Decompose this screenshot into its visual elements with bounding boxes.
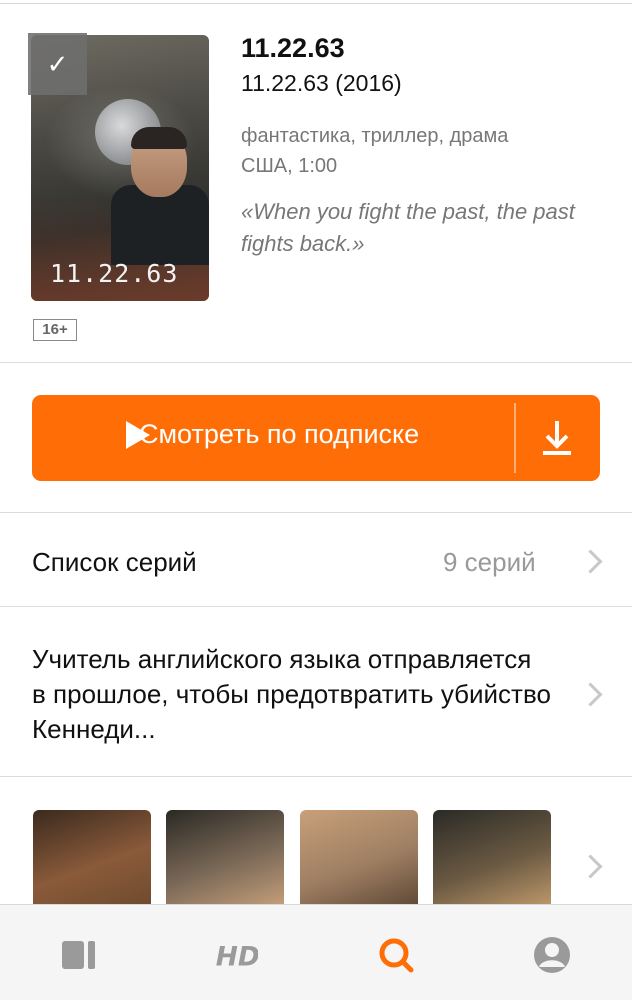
tab-bar: HD — [0, 904, 632, 1000]
chevron-right-icon — [578, 682, 603, 707]
hd-icon: HD — [216, 942, 258, 973]
tab-hd[interactable]: HD — [214, 933, 258, 977]
svg-text:HD: HD — [216, 942, 258, 973]
divider — [0, 512, 632, 513]
search-icon — [379, 938, 414, 973]
still-thumbnail[interactable] — [433, 810, 551, 910]
country-duration: США, 1:00 — [241, 155, 338, 177]
top-divider — [0, 3, 632, 4]
chevron-right-icon — [578, 549, 603, 574]
divider — [0, 362, 632, 363]
page-title: 11.22.63 — [241, 33, 345, 63]
still-thumbnail[interactable] — [166, 810, 284, 910]
tab-profile[interactable] — [530, 933, 574, 977]
still-thumbnail[interactable] — [300, 810, 418, 910]
episodes-label: Список серий — [32, 547, 197, 577]
divider — [0, 776, 632, 777]
chevron-right-icon — [578, 854, 603, 879]
description-text: Учитель английского языка отправляется в… — [32, 644, 551, 744]
tagline: «When you fight the past, the past fight… — [241, 199, 575, 256]
genres: фантастика, триллер, драма — [241, 125, 509, 147]
watch-subscription-button[interactable]: Смотреть по подписке — [32, 395, 600, 481]
poster-figure — [111, 185, 209, 265]
watch-button-label: Смотреть по подписке — [139, 419, 420, 449]
profile-icon — [534, 937, 570, 973]
episodes-count: 9 серий — [443, 547, 536, 577]
button-divider — [514, 403, 516, 473]
age-rating-badge: 16+ — [33, 319, 77, 341]
checkmark-icon[interactable]: ✓ — [28, 33, 87, 95]
divider — [0, 606, 632, 607]
tab-search[interactable] — [374, 933, 418, 977]
poster-hair — [131, 127, 187, 149]
still-thumbnail[interactable] — [33, 810, 151, 910]
library-icon — [62, 941, 95, 969]
poster-title: 11.22.63 — [50, 259, 179, 288]
original-title: 11.22.63 (2016) — [241, 70, 402, 96]
film-meta: фантастика, триллер, драма США, 1:00 — [241, 121, 601, 181]
tab-catalog[interactable] — [56, 933, 100, 977]
download-icon[interactable] — [537, 415, 577, 461]
